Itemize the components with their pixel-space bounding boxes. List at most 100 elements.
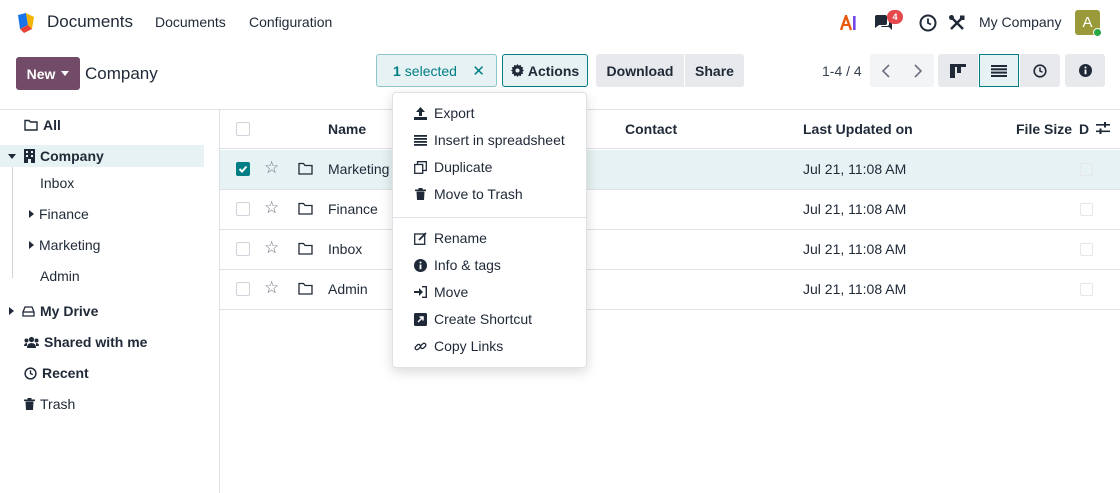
top-navbar: Documents Documents Configuration 4 My C… [0,0,1120,46]
actions-label: Actions [527,62,580,79]
selected-count: 1 [393,62,401,79]
star-favorite-icon[interactable]: ☆ [264,199,279,217]
documents-app-logo-icon[interactable] [14,11,38,35]
star-favorite-icon[interactable]: ☆ [264,239,279,257]
sidebar-item-shared[interactable]: Shared with me [24,334,147,350]
optional-columns-toggle-icon[interactable] [1096,121,1110,138]
row-last-updated: Jul 21, 11:08 AM [803,201,907,217]
menu-item-create-shortcut[interactable]: Create Shortcut [413,311,532,327]
list-view-button[interactable] [979,54,1019,87]
row-checkbox[interactable] [236,162,250,176]
column-header-d[interactable]: D [1079,121,1089,137]
shortcut-icon [413,312,427,326]
sidebar-item-all[interactable]: All [24,117,61,133]
activity-clock-icon[interactable] [917,12,939,34]
table-row[interactable]: ☆ Inbox Jul 21, 11:08 AM [220,230,1120,270]
selection-indicator: 1 selected ✕ [376,54,497,87]
pager-previous-button[interactable] [870,54,902,87]
row-d-checkbox [1080,163,1093,176]
edit-icon [413,231,427,245]
debug-tools-icon[interactable] [946,12,968,34]
caret-down-icon [8,153,16,159]
details-panel-button[interactable] [1065,54,1105,87]
activity-view-button[interactable] [1020,54,1060,87]
company-switcher[interactable]: My Company [979,14,1061,30]
actions-dropdown-menu: Export Insert in spreadsheet Duplicate M… [392,92,587,368]
sidebar-item-recent[interactable]: Recent [24,365,89,381]
column-header-name[interactable]: Name [328,121,366,137]
caret-down-icon [61,71,70,76]
new-button[interactable]: New [16,57,80,90]
row-last-updated: Jul 21, 11:08 AM [803,281,907,297]
sidebar-item-finance[interactable]: Finance [29,206,89,222]
folder-outline-icon [24,119,38,131]
table-row[interactable]: ☆ Admin Jul 21, 11:08 AM [220,270,1120,310]
user-status-dot [1093,28,1102,37]
menu-item-rename[interactable]: Rename [413,230,487,246]
list-header: Name Contact Last Updated on File Size D [220,110,1120,149]
row-last-updated: Jul 21, 11:08 AM [803,161,907,177]
trash-icon [413,187,427,201]
gear-icon [510,64,524,77]
menu-item-copy-links[interactable]: Copy Links [413,338,503,354]
table-row[interactable]: ☆ Finance Jul 21, 11:08 AM [220,190,1120,230]
app-name[interactable]: Documents [47,12,133,32]
star-favorite-icon[interactable]: ☆ [264,159,279,177]
column-header-last-updated[interactable]: Last Updated on [803,121,913,137]
sidebar-item-admin[interactable]: Admin [40,268,80,284]
menu-configuration[interactable]: Configuration [249,14,332,30]
kanban-view-button[interactable] [938,54,978,87]
trash-icon [24,398,35,410]
tree-guide-line [12,167,13,278]
row-checkbox[interactable] [236,202,250,216]
pager-next-button[interactable] [902,54,934,87]
sidebar-item-inbox[interactable]: Inbox [40,175,74,191]
folder-icon [298,162,313,178]
sidebar-item-label: Company [40,148,104,164]
chevron-left-icon [881,63,890,78]
menu-item-move-to-trash[interactable]: Move to Trash [413,186,523,202]
row-checkbox[interactable] [236,282,250,296]
column-header-file-size[interactable]: File Size [1016,121,1072,137]
menu-item-export[interactable]: Export [413,105,474,121]
sign-in-arrow-icon [413,285,427,299]
menu-item-label: Copy Links [434,338,504,354]
upload-icon [413,106,427,120]
actions-button[interactable]: Actions [502,54,588,87]
folder-icon [298,242,313,258]
sidebar-item-my-drive[interactable]: My Drive [9,303,98,319]
menu-item-label: Create Shortcut [434,311,533,327]
selected-label: selected [404,62,457,79]
download-button[interactable]: Download [596,54,684,87]
row-name: Admin [328,281,368,297]
sidebar-item-label: Recent [42,365,89,381]
sidebar-item-marketing[interactable]: Marketing [29,237,100,253]
sidebar-item-company[interactable]: Company [0,145,204,167]
clock-icon [24,366,37,380]
select-all-checkbox[interactable] [236,122,250,136]
menu-documents[interactable]: Documents [155,14,226,30]
list-icon [413,133,427,147]
row-checkbox[interactable] [236,242,250,256]
caret-right-icon [29,241,34,249]
building-icon [24,149,35,163]
sidebar-item-trash[interactable]: Trash [24,396,75,412]
unselect-close-icon[interactable]: ✕ [472,62,485,80]
caret-right-icon [9,307,14,315]
breadcrumb: Company [85,64,158,83]
pager-value[interactable]: 1-4 / 4 [822,63,862,79]
menu-item-info-tags[interactable]: Info & tags [413,257,501,273]
menu-item-insert-spreadsheet[interactable]: Insert in spreadsheet [413,132,565,148]
clock-icon [1033,63,1047,78]
sidebar-item-label: Trash [40,396,76,412]
table-row[interactable]: ☆ Marketing Jul 21, 11:08 AM [220,150,1120,190]
ai-icon[interactable] [838,12,860,34]
row-d-checkbox [1080,243,1093,256]
column-header-contact[interactable]: Contact [625,121,677,137]
menu-item-duplicate[interactable]: Duplicate [413,159,492,175]
row-d-checkbox [1080,283,1093,296]
star-favorite-icon[interactable]: ☆ [264,279,279,297]
menu-item-label: Rename [434,230,487,246]
menu-item-move[interactable]: Move [413,284,468,300]
share-button[interactable]: Share [685,54,744,87]
